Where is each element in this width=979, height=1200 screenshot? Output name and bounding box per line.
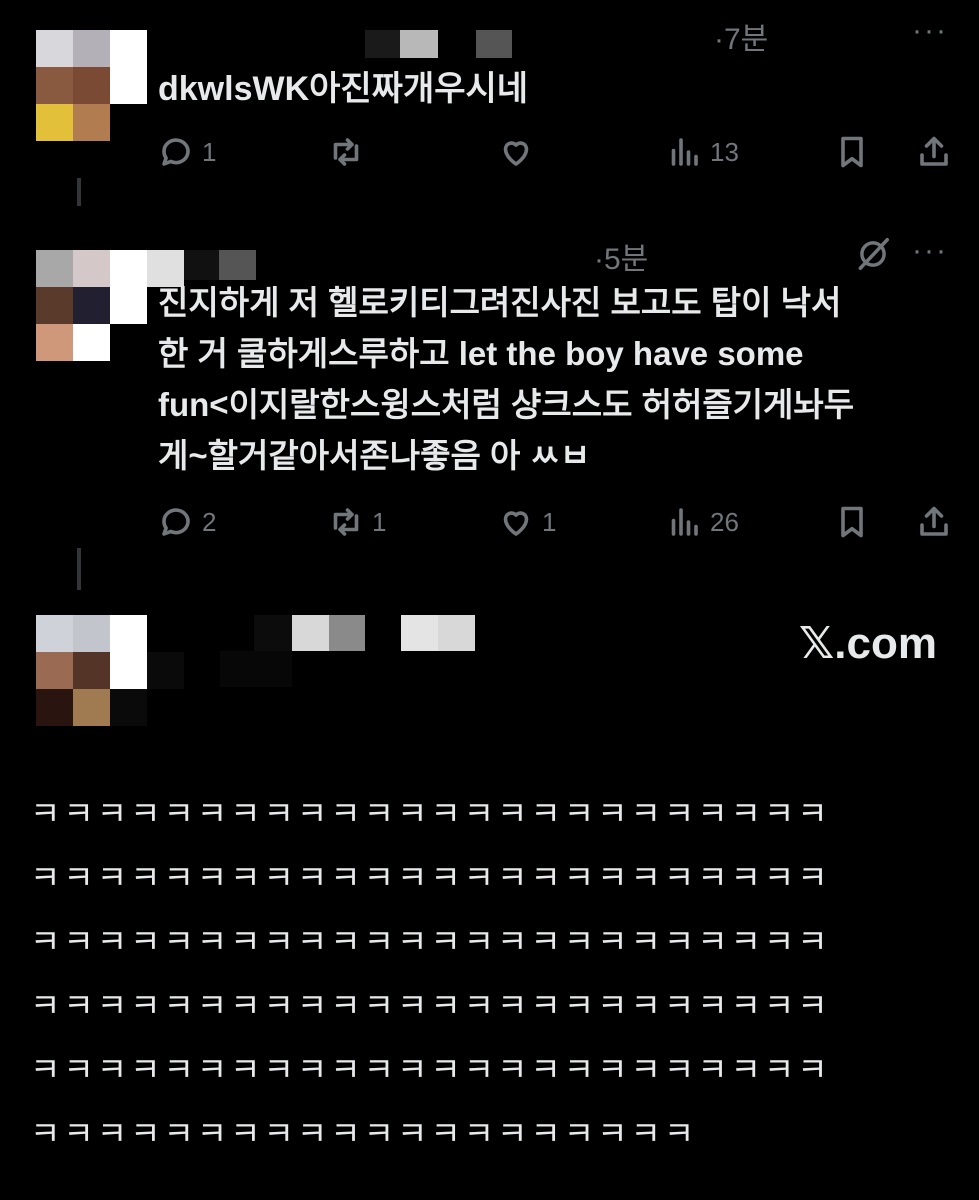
retweet-icon (333, 138, 359, 166)
post-text: dkwlsWK아진짜개우시네 (158, 70, 529, 108)
laugh-line: ㅋㅋㅋㅋㅋㅋㅋㅋㅋㅋㅋㅋㅋㅋㅋㅋㅋㅋㅋㅋㅋㅋㅋㅋ (30, 795, 831, 832)
grok-icon (858, 238, 889, 270)
bookmark-icon (841, 136, 863, 168)
views-button[interactable]: 26 (666, 500, 739, 544)
retweet-count: 1 (372, 506, 387, 537)
avatar[interactable] (36, 30, 147, 141)
thread-connector (77, 548, 81, 590)
like-icon (503, 511, 529, 536)
reply-icon (162, 508, 190, 536)
share-button[interactable] (916, 500, 952, 544)
like-button[interactable] (498, 130, 542, 174)
bookmark-button[interactable] (834, 130, 870, 174)
grok-button[interactable] (854, 232, 892, 276)
post-text-line: fun<이지랄한스윙스처럼 샹크스도 허허즐기게놔두 (158, 386, 855, 423)
laugh-line: ㅋㅋㅋㅋㅋㅋㅋㅋㅋㅋㅋㅋㅋㅋㅋㅋㅋㅋㅋㅋㅋㅋㅋㅋ (30, 859, 831, 896)
laugh-line: ㅋㅋㅋㅋㅋㅋㅋㅋㅋㅋㅋㅋㅋㅋㅋㅋㅋㅋㅋㅋㅋㅋㅋㅋ (30, 1051, 831, 1088)
views-icon (671, 508, 698, 536)
bookmark-button[interactable] (834, 500, 870, 544)
post-timestamp[interactable]: ·5분 (594, 234, 648, 278)
post-text-line: 진지하게 저 헬로키티그려진사진 보고도 탑이 낙서 (158, 284, 842, 321)
retweet-icon (333, 508, 359, 536)
xcom-watermark: 𝕏.com (798, 619, 937, 668)
post-actions: 1 13 (158, 130, 958, 174)
reply-count: 2 (202, 506, 217, 537)
views-count: 13 (710, 136, 739, 167)
reply-count: 1 (202, 136, 217, 167)
share-icon (920, 506, 948, 536)
like-button[interactable]: 1 (498, 500, 556, 544)
views-icon (671, 138, 698, 166)
like-count: 1 (542, 506, 557, 537)
post-text: 진지하게 저 헬로키티그려진사진 보고도 탑이 낙서 한 거 쿨하게스루하고 l… (158, 277, 854, 481)
more-icon[interactable]: ··· (912, 14, 948, 48)
share-icon (920, 136, 948, 166)
views-count: 26 (710, 506, 739, 537)
more-icon[interactable]: ··· (912, 234, 948, 268)
thread-connector (77, 178, 81, 206)
bookmark-icon (841, 506, 863, 538)
post-text: ㅋㅋㅋㅋㅋㅋㅋㅋㅋㅋㅋㅋㅋㅋㅋㅋㅋㅋㅋㅋㅋㅋㅋㅋ ㅋㅋㅋㅋㅋㅋㅋㅋㅋㅋㅋㅋㅋㅋㅋ… (30, 782, 950, 1166)
share-button[interactable] (916, 130, 952, 174)
reply-button[interactable]: 2 (158, 500, 216, 544)
post-text-line: 한 거 쿨하게스루하고 let the boy have some (158, 335, 804, 372)
retweet-button[interactable] (328, 130, 372, 174)
reply-icon (162, 138, 190, 166)
laugh-line: ㅋㅋㅋㅋㅋㅋㅋㅋㅋㅋㅋㅋㅋㅋㅋㅋㅋㅋㅋㅋㅋㅋㅋㅋ (30, 987, 831, 1024)
laugh-line: ㅋㅋㅋㅋㅋㅋㅋㅋㅋㅋㅋㅋㅋㅋㅋㅋㅋㅋㅋㅋ (30, 1115, 698, 1152)
post-timestamp[interactable]: ·7분 (714, 14, 768, 58)
retweet-button[interactable]: 1 (328, 500, 386, 544)
post-actions: 2 1 1 26 (158, 500, 958, 544)
laugh-line: ㅋㅋㅋㅋㅋㅋㅋㅋㅋㅋㅋㅋㅋㅋㅋㅋㅋㅋㅋㅋㅋㅋㅋㅋ (30, 923, 831, 960)
views-button[interactable]: 13 (666, 130, 739, 174)
avatar[interactable] (36, 615, 184, 726)
post-text-line: 게~할거같아서존나좋음 아 ㅆㅂ (158, 437, 591, 474)
reply-button[interactable]: 1 (158, 130, 216, 174)
like-icon (503, 141, 529, 166)
